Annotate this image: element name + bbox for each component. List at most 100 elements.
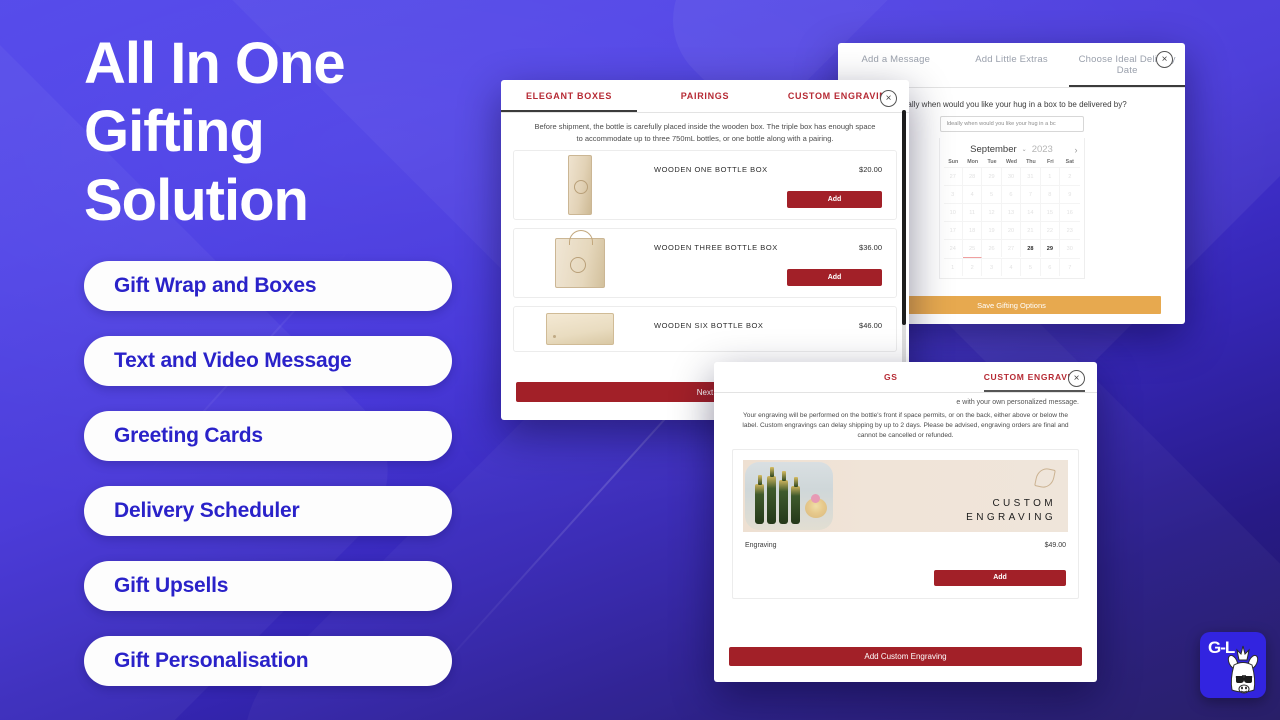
calendar-day-cell: 17 xyxy=(943,221,963,239)
calendar-day-cell: 27 xyxy=(943,167,963,185)
calendar-day-cell: 25 xyxy=(962,239,983,258)
scrollbar[interactable] xyxy=(902,110,906,400)
calendar-day-name: Sat xyxy=(1065,159,1074,165)
calendar-day-cell: 14 xyxy=(1021,203,1041,221)
close-icon[interactable]: × xyxy=(880,90,897,107)
calendar-day-cell: 26 xyxy=(982,239,1002,257)
calendar-day-name: Sun xyxy=(948,159,959,165)
feature-pill-label: Gift Wrap and Boxes xyxy=(114,274,317,298)
feature-pill-gift-upsells[interactable]: Gift Upsells xyxy=(84,561,452,612)
llama-mascot-icon xyxy=(1227,645,1259,694)
calendar-day-cell: 20 xyxy=(1001,221,1022,239)
wooden-one-bottle-box-image xyxy=(544,154,616,216)
feature-pill-text-video[interactable]: Text and Video Message xyxy=(84,336,452,387)
tab-pairings-partial[interactable]: GS xyxy=(884,362,898,392)
tab-elegant-boxes[interactable]: ELEGANT BOXES xyxy=(501,80,637,112)
calendar-day-cell: 3 xyxy=(943,185,963,203)
add-button[interactable]: Add xyxy=(934,569,1066,586)
calendar-day-cell: 21 xyxy=(1021,221,1041,239)
page-title: All In One Gifting Solution xyxy=(84,31,346,233)
engraving-banner-title: CUSTOM ENGRAVING xyxy=(966,497,1056,526)
date-picker-calendar[interactable]: September ⌄ 2023 › Sun Mon Tue Wed Thu Fri Sat… xyxy=(938,138,1085,279)
calendar-day-cell: 4 xyxy=(1001,258,1022,276)
add-custom-engraving-button[interactable]: Add Custom Engraving xyxy=(729,647,1082,666)
next-month-arrow-icon[interactable]: › xyxy=(1075,145,1078,155)
calendar-day-cell: 1 xyxy=(943,258,963,276)
calendar-day-cell: 10 xyxy=(943,203,963,221)
calendar-day-cell[interactable]: 28 xyxy=(1021,239,1041,257)
product-price: $46.00 xyxy=(859,321,882,331)
engraving-product-card[interactable]: CUSTOM ENGRAVING Engraving $49.00 Add xyxy=(732,448,1079,599)
calendar-day-cell: 2 xyxy=(962,258,983,276)
calendar-day-cell: 22 xyxy=(1040,221,1061,239)
calendar-day-cell: 1 xyxy=(1040,167,1061,185)
table-row[interactable]: WOODEN SIX BOTTLE BOX $46.00 xyxy=(513,306,897,353)
calendar-day-cell: 6 xyxy=(1001,185,1022,203)
custom-engraving-modal: × GS CUSTOM ENGRAVING e with your own pe… xyxy=(714,362,1097,682)
calendar-day-name: Thu xyxy=(1026,159,1036,165)
calendar-day-names: Sun Mon Tue Wed Thu Fri Sat xyxy=(944,159,1080,167)
calendar-day-cell: 2 xyxy=(1060,167,1080,185)
feature-pill-gift-wrap[interactable]: Gift Wrap and Boxes xyxy=(84,261,452,312)
add-button[interactable]: Add xyxy=(787,269,882,287)
calendar-year[interactable]: 2023 xyxy=(1032,144,1053,155)
table-row[interactable]: WOODEN ONE BOTTLE BOX $20.00 Add xyxy=(513,150,897,221)
engraving-subtitle: e with your own personalized message. xyxy=(956,399,1079,406)
delivery-date-input[interactable]: Ideally when would you like your hug in … xyxy=(939,116,1084,132)
calendar-month[interactable]: September xyxy=(970,144,1016,155)
calendar-day-cell: 30 xyxy=(1001,167,1022,185)
feature-pill-gift-personalisation[interactable]: Gift Personalisation xyxy=(84,636,452,687)
product-price: $36.00 xyxy=(859,243,882,253)
product-price: $20.00 xyxy=(859,165,882,175)
calendar-day-cell[interactable]: 29 xyxy=(1040,239,1061,257)
chevron-down-icon[interactable]: ⌄ xyxy=(1022,146,1027,153)
add-button[interactable]: Add xyxy=(787,191,882,209)
calendar-day-cell: 18 xyxy=(962,221,983,239)
product-name: WOODEN THREE BOTTLE BOX xyxy=(654,243,778,253)
calendar-day-cell: 27 xyxy=(1001,239,1022,257)
calendar-day-cell: 30 xyxy=(1060,239,1080,257)
calendar-day-name: Mon xyxy=(967,159,979,165)
calendar-day-cell: 3 xyxy=(982,258,1002,276)
calendar-day-cell: 12 xyxy=(982,203,1002,221)
scrollbar-thumb[interactable] xyxy=(902,110,906,325)
tab-add-little-extras[interactable]: Add Little Extras xyxy=(954,43,1070,87)
tab-pairings[interactable]: PAIRINGS xyxy=(637,80,773,112)
calendar-header: September ⌄ 2023 › xyxy=(944,142,1080,159)
close-icon[interactable]: × xyxy=(1068,370,1085,387)
close-icon[interactable]: × xyxy=(1156,51,1173,68)
calendar-day-cell: 6 xyxy=(1040,258,1061,276)
engraving-note: Your engraving will be performed on the … xyxy=(742,412,1069,439)
banner-title-line1: CUSTOM xyxy=(992,497,1056,509)
boxes-modal-tabs: ELEGANT BOXES PAIRINGS CUSTOM ENGRAVING xyxy=(501,80,909,113)
calendar-day-cell: 5 xyxy=(982,185,1002,203)
feature-pill-delivery-scheduler[interactable]: Delivery Scheduler xyxy=(84,486,452,537)
calendar-day-cell: 29 xyxy=(982,167,1002,185)
engraving-modal-tabs: GS CUSTOM ENGRAVING xyxy=(714,362,1097,393)
table-row[interactable]: WOODEN THREE BOTTLE BOX $36.00 Add xyxy=(513,228,897,299)
calendar-day-cell: 5 xyxy=(1021,258,1041,276)
calendar-day-cell: 7 xyxy=(1021,185,1041,203)
wooden-six-bottle-box-image xyxy=(544,307,616,351)
calendar-day-cell: 15 xyxy=(1040,203,1061,221)
calendar-day-cell: 31 xyxy=(1021,167,1041,185)
feature-pill-greeting-cards[interactable]: Greeting Cards xyxy=(84,411,452,462)
calendar-day-cell: 24 xyxy=(943,239,963,257)
feature-pill-label: Gift Upsells xyxy=(114,574,229,598)
box-product-list: WOODEN ONE BOTTLE BOX $20.00 Add WOODEN … xyxy=(501,150,909,353)
engraving-item-price: $49.00 xyxy=(1044,541,1066,549)
delivery-date-placeholder: Ideally when would you like your hug in … xyxy=(946,121,1056,127)
feature-pill-label: Delivery Scheduler xyxy=(114,499,300,523)
feature-pill-label: Greeting Cards xyxy=(114,424,263,448)
engraving-banner: CUSTOM ENGRAVING xyxy=(743,459,1068,532)
quill-icon xyxy=(1034,466,1056,490)
product-name: WOODEN ONE BOTTLE BOX xyxy=(654,165,768,175)
banner-title-line2: ENGRAVING xyxy=(966,512,1056,524)
calendar-day-name: Wed xyxy=(1005,159,1018,165)
feature-pill-label: Gift Personalisation xyxy=(114,649,309,673)
engraving-item-row: Engraving $49.00 xyxy=(745,542,1066,549)
calendar-day-cell: 9 xyxy=(1060,185,1080,203)
calendar-day-name: Fri xyxy=(1046,159,1054,165)
calendar-day-cell: 11 xyxy=(962,203,983,221)
brand-logo[interactable]: G-L xyxy=(1200,632,1266,698)
